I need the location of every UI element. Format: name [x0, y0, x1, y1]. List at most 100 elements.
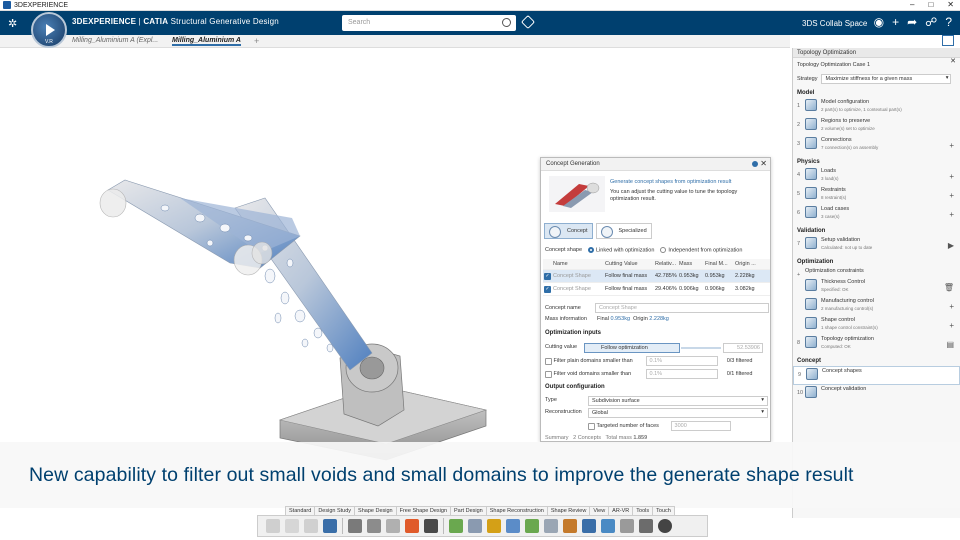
minimize-button[interactable]: – [910, 0, 914, 9]
generate-description: You can adjust the cutting value to tune… [610, 189, 738, 202]
snap-icon[interactable] [386, 519, 400, 533]
type-select[interactable]: Subdivision surface [588, 396, 768, 406]
delete-thickness-icon[interactable]: 🗑 [944, 283, 954, 292]
connection-icon[interactable] [525, 519, 539, 533]
search-icon[interactable] [502, 18, 511, 27]
info-icon[interactable] [752, 161, 758, 167]
panel-close-icon[interactable]: ✕ [950, 57, 956, 65]
manufacturing-toolbar-icon[interactable] [544, 519, 558, 533]
tab-milling-expl[interactable]: Milling_Aluminium A (Expl... [72, 37, 158, 44]
add-shape-control-icon[interactable]: + [949, 321, 954, 330]
thickness-icon [805, 279, 817, 291]
restraint-icon[interactable] [506, 519, 520, 533]
generate-section[interactable]: Generate concept shapes from optimizatio… [545, 174, 768, 214]
item-model-configuration[interactable]: 1 Model configuration 2 part(s) to optimi… [793, 98, 960, 117]
fullscreen-icon[interactable] [942, 35, 954, 46]
load-cases-icon [805, 206, 817, 218]
add-icon[interactable]: + [892, 15, 899, 29]
tab-concept[interactable]: Concept [544, 223, 593, 239]
add-restraint-icon[interactable]: + [949, 191, 954, 200]
item-load-cases[interactable]: 6 Load cases 3 case(s) + [793, 205, 960, 224]
concept-preview-icon [549, 176, 605, 212]
share-icon[interactable]: ➦ [907, 15, 917, 29]
add-connection-icon[interactable]: + [949, 141, 954, 150]
compass-widget[interactable]: V.R [31, 12, 67, 48]
validate-icon[interactable] [601, 519, 615, 533]
paste-icon[interactable] [304, 519, 318, 533]
load-icon[interactable] [487, 519, 501, 533]
action-bar [257, 515, 708, 537]
item-concept-shapes[interactable]: 9 Concept shapes [793, 366, 960, 385]
strategy-select[interactable]: Maximize stiffness for a given mass [821, 74, 952, 84]
table-row[interactable]: ✓ Concept Shape Follow final mass 42.785… [543, 270, 770, 283]
specialized-tab-icon [600, 226, 613, 238]
results-icon[interactable]: ▤ [946, 340, 954, 349]
follow-optimization-toggle[interactable]: Follow optimization [584, 343, 680, 353]
close-window-button[interactable]: ✕ [947, 0, 954, 9]
tab-milling-active[interactable]: Milling_Aluminium A [172, 37, 241, 46]
row-checkbox[interactable]: ✓ [544, 285, 551, 293]
search-input[interactable]: Search [342, 15, 516, 31]
maximize-button[interactable]: □ [928, 0, 933, 9]
play-icon [46, 24, 55, 36]
row-checkbox[interactable]: ✓ [544, 272, 551, 280]
item-setup-validation[interactable]: 7 Setup validation Calculated: not up to … [793, 236, 960, 255]
mesh-icon[interactable] [449, 519, 463, 533]
tab-specialized[interactable]: Specialized [595, 223, 652, 239]
item-restraints[interactable]: 5 Restraints 8 restraint(s) + [793, 186, 960, 205]
item-optimization-constraints[interactable]: + Optimization constraints [793, 267, 960, 278]
targeted-faces-input[interactable]: 3000 [670, 421, 731, 431]
cutting-slider[interactable] [681, 347, 721, 349]
add-load-case-icon[interactable]: + [949, 210, 954, 219]
item-shape-control[interactable]: Shape control 1 shape control constraint(… [793, 316, 960, 335]
reconstruction-select[interactable]: Global [588, 408, 768, 418]
communicate-icon[interactable]: ☍ [925, 15, 937, 29]
tab-bar: Milling_Aluminium A (Expl... Milling_Alu… [0, 35, 790, 48]
region-icon[interactable] [468, 519, 482, 533]
copy-icon[interactable] [285, 519, 299, 533]
item-manufacturing-control[interactable]: Manufacturing control 2 manufacturing con… [793, 297, 960, 316]
tag-icon[interactable] [520, 14, 536, 30]
help-icon[interactable]: ? [945, 15, 952, 29]
collab-space-selector[interactable]: 3DS Collab Space [802, 19, 867, 28]
part-icon[interactable] [405, 519, 419, 533]
generate-link[interactable]: Generate concept shapes from optimizatio… [610, 179, 731, 185]
add-load-icon[interactable]: + [949, 172, 954, 181]
filter-plain-checkbox[interactable] [545, 357, 552, 365]
undo-icon[interactable] [323, 519, 337, 533]
filter-void-input[interactable]: 0.1% [645, 369, 718, 379]
dialog-close-icon[interactable]: ✕ [760, 159, 767, 168]
add-tab-icon[interactable]: + [254, 36, 259, 46]
run-validation-icon[interactable]: ▶ [948, 241, 954, 250]
filter-plain-input[interactable]: 0.1% [645, 356, 718, 366]
render-icon[interactable] [658, 519, 672, 533]
user-icon[interactable]: ◉ [874, 15, 884, 29]
targeted-faces-checkbox[interactable] [588, 422, 595, 430]
radio-linked[interactable]: Linked with optimization [588, 247, 654, 253]
zoom-icon[interactable] [348, 519, 362, 533]
generate-icon[interactable] [582, 519, 596, 533]
mass-info-label: Mass information [545, 316, 587, 322]
item-thickness-control[interactable]: Thickness Control Specified: OK 🗑 [793, 278, 960, 297]
concept-name-label: Concept name [545, 305, 581, 311]
result-icon[interactable] [563, 519, 577, 533]
radio-independent[interactable]: Independent from optimization [660, 247, 742, 253]
export-icon[interactable] [620, 519, 634, 533]
output-configuration-title: Output configuration [545, 384, 605, 390]
settings-icon[interactable] [639, 519, 653, 533]
table-icon[interactable] [424, 519, 438, 533]
item-connections[interactable]: 3 Connections 7 connection(s) on assembly… [793, 136, 960, 155]
item-loads[interactable]: 4 Loads 3 load(s) + [793, 167, 960, 186]
item-topology-optimization[interactable]: 8 Topology optimization Computed: OK ▤ [793, 335, 960, 354]
add-manufacturing-icon[interactable]: + [949, 302, 954, 311]
ds-logo-icon[interactable]: ✲ [8, 17, 22, 30]
item-concept-validation[interactable]: 10 Concept validation [793, 385, 960, 404]
filter-plain-count: 0/3 filtered [726, 358, 753, 364]
filter-void-checkbox[interactable] [545, 370, 552, 378]
measure-icon[interactable] [367, 519, 381, 533]
item-regions[interactable]: 2 Regions to preserve 2 volume(s) set to … [793, 117, 960, 136]
table-row[interactable]: ✓ Concept Shape Follow final mass 29.406… [543, 283, 770, 296]
cutting-value-input[interactable]: 52.53906 [723, 343, 763, 353]
concept-name-input[interactable]: Concept Shape [595, 303, 769, 313]
cut-icon[interactable] [266, 519, 280, 533]
